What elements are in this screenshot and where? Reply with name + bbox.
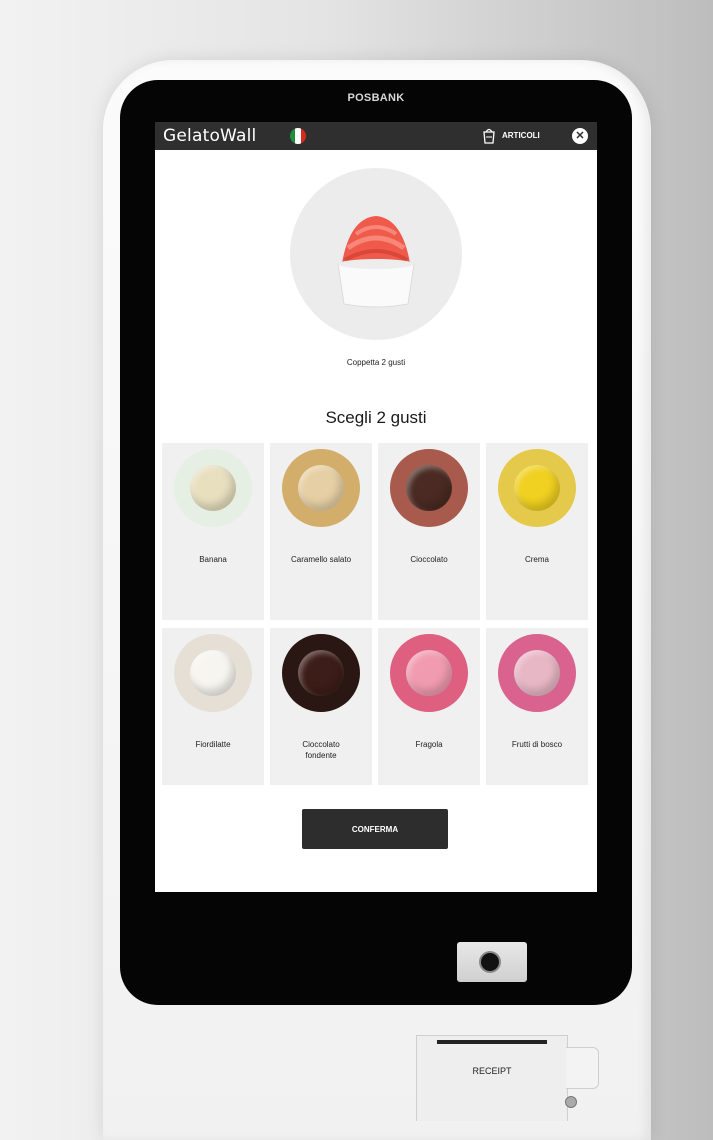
cart-icon[interactable]: [481, 127, 497, 145]
cart-label[interactable]: ARTICOLI: [502, 131, 540, 140]
flavor-label: Crema: [524, 555, 549, 564]
kiosk-screen: GelatoWall ARTICOLI ✕ Coppetta 2 gusti S…: [155, 122, 597, 892]
flavor-card[interactable]: Fiordilatte: [162, 628, 264, 785]
flavor-label: Fiordilatte: [195, 740, 231, 749]
flavor-grid: Banana Caramello salato Cioccolato Crema…: [162, 443, 589, 785]
flavor-image: [498, 449, 576, 527]
flavor-label: Cioccolato: [410, 555, 448, 564]
scoop-icon: [514, 465, 560, 511]
product-name: Coppetta 2 gusti: [346, 358, 406, 367]
scoop-icon: [190, 465, 236, 511]
scoop-icon: [298, 465, 344, 511]
scoop-icon: [514, 650, 560, 696]
card-reader: [457, 942, 527, 982]
brand-label: POSBANK: [347, 92, 405, 104]
scoop-icon: [406, 650, 452, 696]
scoop-icon: [190, 650, 236, 696]
flavor-image: [282, 449, 360, 527]
flavor-image: [174, 634, 252, 712]
flavor-card[interactable]: Caramello salato: [270, 443, 372, 620]
section-title: Scegli 2 gusti: [325, 408, 427, 427]
flavor-image: [498, 634, 576, 712]
app-logo: GelatoWall: [163, 126, 257, 146]
flavor-card[interactable]: Frutti di bosco: [486, 628, 588, 785]
receipt-printer: RECEIPT: [416, 1035, 568, 1121]
flavor-image: [390, 634, 468, 712]
close-icon[interactable]: ✕: [572, 128, 588, 144]
gelato-cup-icon: [337, 216, 415, 308]
scanner-lens-icon: [481, 953, 499, 971]
receipt-label: RECEIPT: [472, 1066, 512, 1076]
flavor-card[interactable]: Fragola: [378, 628, 480, 785]
flavor-card[interactable]: Crema: [486, 443, 588, 620]
product-image: [290, 168, 462, 340]
knob-icon: [565, 1096, 577, 1108]
flavor-label: Banana: [199, 555, 227, 564]
flavor-image: [174, 449, 252, 527]
receipt-slot: [437, 1040, 547, 1044]
confirm-button[interactable]: CONFERMA: [302, 809, 448, 849]
scoop-icon: [406, 465, 452, 511]
side-latch: [566, 1047, 599, 1089]
flavor-label: Frutti di bosco: [511, 740, 563, 749]
flavor-label: Caramello salato: [290, 555, 352, 564]
flavor-label: Cioccolato fondente: [302, 740, 340, 760]
flavor-card[interactable]: Banana: [162, 443, 264, 620]
flavor-card[interactable]: Cioccolato: [378, 443, 480, 620]
flavor-label: Fragola: [415, 740, 443, 749]
top-bar: GelatoWall ARTICOLI ✕: [155, 122, 597, 150]
italy-flag-icon[interactable]: [290, 128, 306, 144]
flavor-card[interactable]: Cioccolato fondente: [270, 628, 372, 785]
scoop-icon: [298, 650, 344, 696]
screen-bezel: POSBANK GelatoWall ARTICOLI ✕ Coppetta 2…: [120, 80, 632, 1005]
flavor-image: [282, 634, 360, 712]
flavor-image: [390, 449, 468, 527]
